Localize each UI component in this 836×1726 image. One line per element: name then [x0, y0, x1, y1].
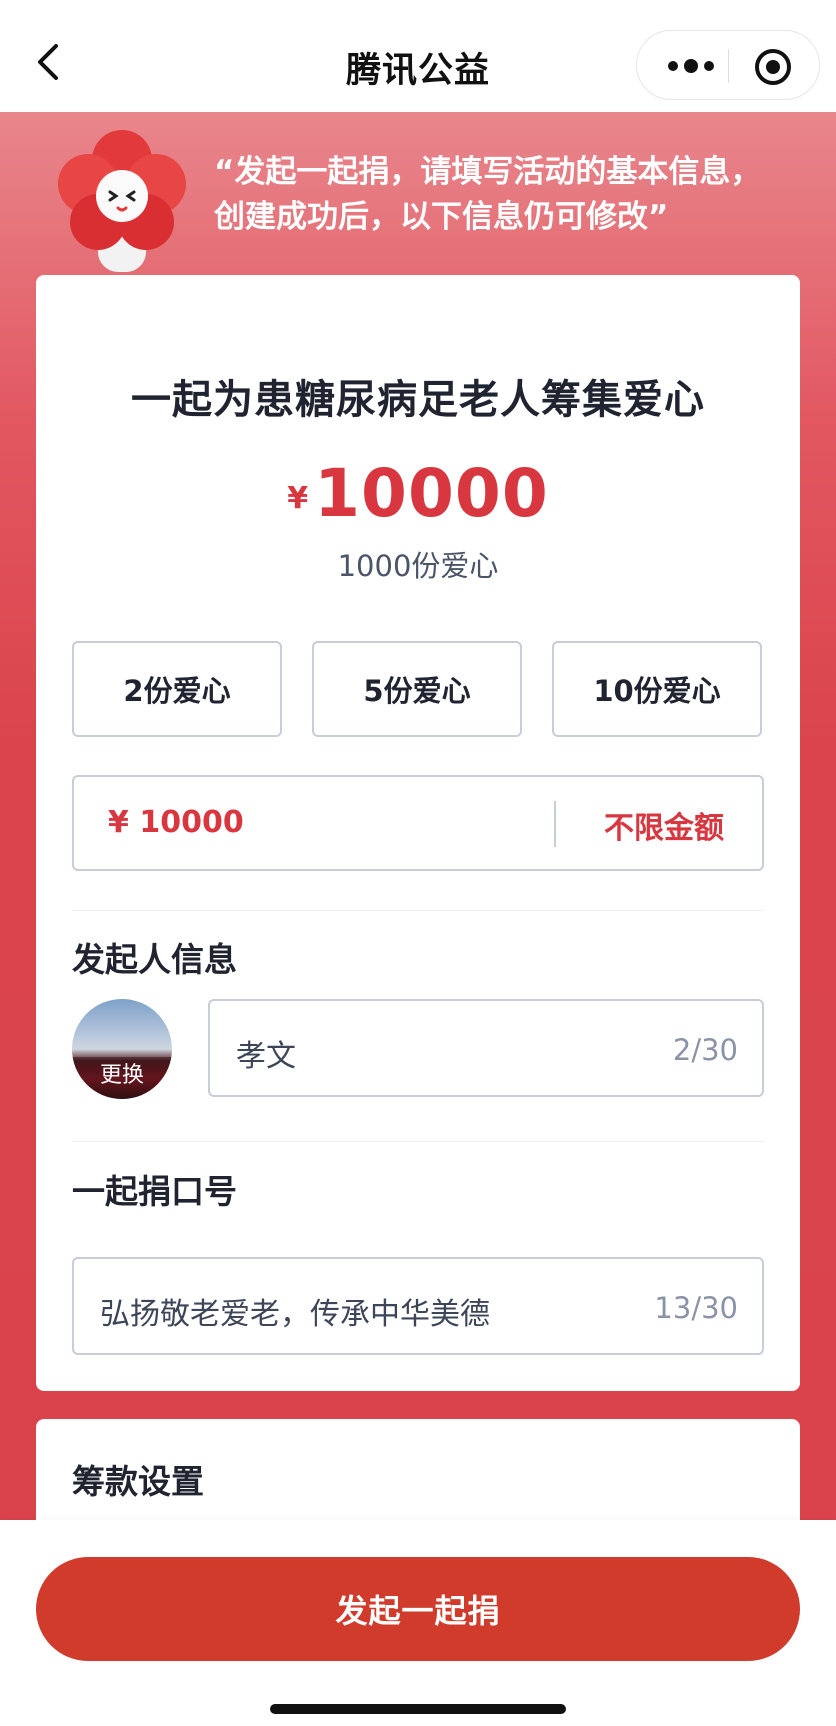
start-campaign-button[interactable]: 发起一起捐: [36, 1557, 800, 1661]
option-5-shares-button[interactable]: 5份爱心: [312, 641, 522, 737]
section-divider: [72, 1141, 764, 1142]
option-2-shares-button[interactable]: 2份爱心: [72, 641, 282, 737]
intro-line-2: 创建成功后，以下信息仍可修改”: [214, 199, 669, 235]
campaign-card: 一起为患糖尿病足老人筹集爱心 ¥10000 1000份爱心 2份爱心 5份爱心 …: [36, 275, 800, 1391]
close-target-icon[interactable]: [753, 47, 793, 87]
initiator-name-field[interactable]: 孝文 2/30: [208, 999, 764, 1097]
slogan-section-label: 一起捐口号: [72, 1172, 237, 1211]
currency-symbol: ¥: [287, 481, 309, 516]
change-avatar-label[interactable]: 更换: [72, 1057, 172, 1089]
option-10-shares-button[interactable]: 10份爱心: [552, 641, 762, 737]
flower-mascot-icon: [52, 130, 192, 276]
intro-text: “发起一起捐，请填写活动的基本信息， 创建成功后，以下信息仍可修改”: [214, 150, 814, 240]
custom-amount-value[interactable]: ¥ 10000: [108, 805, 244, 840]
custom-amount-field[interactable]: ¥ 10000 不限金额: [72, 775, 764, 871]
section-divider: [72, 910, 764, 911]
navigation-bar: 腾讯公益: [0, 0, 836, 112]
slogan-field[interactable]: 弘扬敬老爱老，传承中华美德 13/30: [72, 1257, 764, 1355]
fundraising-settings-title: 筹款设置: [72, 1462, 204, 1501]
campaign-title: 一起为患糖尿病足老人筹集爱心: [131, 377, 705, 423]
name-char-count: 2/30: [672, 1033, 738, 1067]
mini-program-capsule: [636, 30, 820, 100]
initiator-name-value[interactable]: 孝文: [236, 1031, 296, 1075]
share-count: 1000份爱心: [337, 549, 499, 583]
bottom-action-bar: 发起一起捐: [0, 1520, 836, 1726]
intro-line-1: “发起一起捐，请填写活动的基本信息，: [214, 154, 762, 190]
capsule-divider: [728, 49, 729, 83]
slogan-char-count: 13/30: [654, 1291, 738, 1325]
avatar[interactable]: 更换: [72, 999, 172, 1099]
unlimited-amount-button[interactable]: 不限金额: [584, 803, 744, 847]
home-indicator: [270, 1704, 566, 1714]
amount-value: 10000: [314, 455, 549, 532]
initiator-section-label: 发起人信息: [72, 940, 237, 979]
slogan-value[interactable]: 弘扬敬老爱老，传承中华美德: [100, 1289, 490, 1333]
amount-display: ¥10000: [36, 455, 800, 532]
more-dots-icon[interactable]: [663, 51, 719, 81]
amount-field-divider: [554, 801, 556, 847]
